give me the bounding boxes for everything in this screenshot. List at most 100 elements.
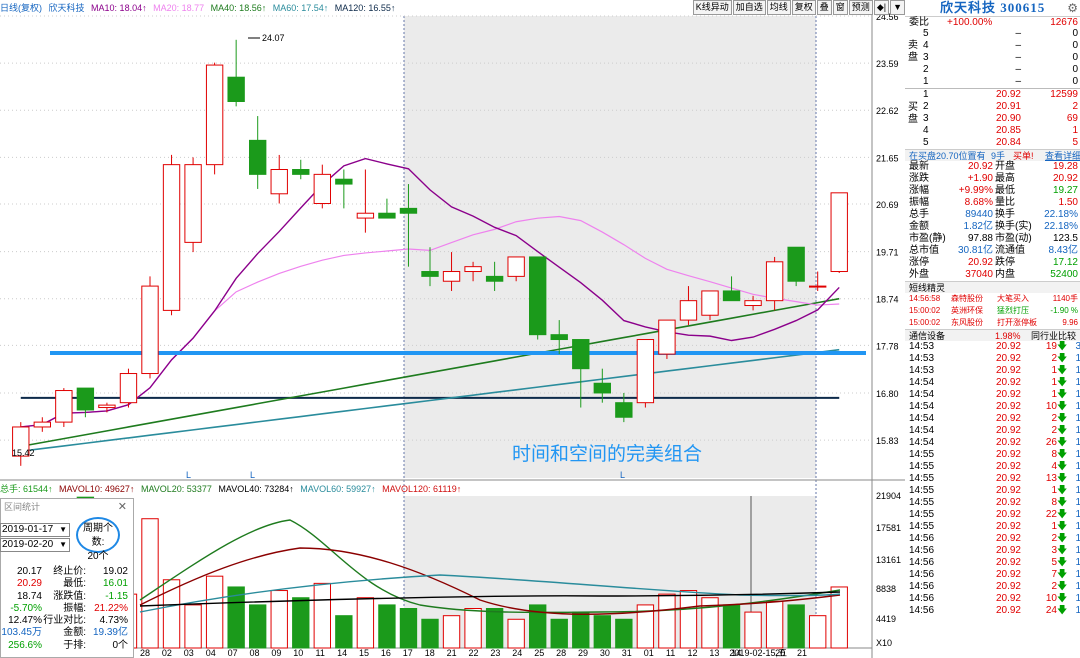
stats-cell: 涨跌值:	[53, 590, 86, 602]
date-tick: 07	[228, 648, 238, 658]
candle-body	[141, 285, 159, 375]
stats-cell: 终止价:	[53, 566, 86, 577]
jingling-item[interactable]: 15:00:02 英洲环保 猛烈打压 -1.90 %	[905, 305, 1080, 317]
tick-row: 14:56 20.92 3 🡇 1	[909, 545, 1080, 556]
candle	[701, 290, 719, 321]
tick-row: 14:53 20.92 2 🡇 1	[909, 353, 1080, 364]
stats-row: 103.45万 金额: 19.39亿	[0, 627, 134, 639]
buy-level: 1 20.92 12599	[923, 89, 1078, 100]
volume-bar	[615, 618, 633, 649]
jingling-item[interactable]: 15:00:02 东风股份 打开涨停板 9.96	[905, 317, 1080, 329]
arrow-down-icon: 🡇	[1057, 533, 1068, 544]
date-tick: 24	[512, 648, 522, 658]
order-book: 5–0 4–0 3–0 2–0 1–0 1 20.92 12599 2 20.91 2 3 20.90 6…	[905, 28, 1080, 149]
date-tick: 25	[534, 648, 544, 658]
arrow-down-icon: 🡇	[1057, 353, 1068, 364]
volume-bar	[464, 608, 482, 649]
volume-bar	[399, 608, 418, 649]
sell-level: 5–0	[923, 28, 1078, 39]
quote-header: 欣天科技 300615 ⚙	[905, 0, 1080, 16]
stats-cell: 103.45万	[1, 627, 42, 639]
tick-row: 14:55 20.92 22 🡇 1	[909, 509, 1080, 520]
volume-bar	[141, 518, 159, 649]
stats-row: 18.74 涨跌值: -1.15	[0, 591, 134, 603]
tick-row: 14:56 20.92 7 🡇 1	[909, 569, 1080, 580]
tick-row: 14:55 20.92 4 🡇 1	[909, 461, 1080, 472]
tick-row: 14:54 20.92 26 🡇 1	[909, 437, 1080, 448]
highlight-region	[404, 16, 816, 478]
date-tick: 30	[600, 648, 610, 658]
stats-cell: 最低:	[63, 578, 86, 590]
date-tick: 16	[381, 648, 391, 658]
candle-body	[162, 164, 181, 311]
candle	[529, 256, 547, 340]
mavol10: MAVOL10: 49627↑	[59, 484, 135, 494]
weibi-row: 委比 +100.00% 12676	[905, 16, 1080, 28]
volume-bar	[787, 604, 805, 649]
date-tick: 31	[622, 648, 632, 658]
volume-tick: 8838	[876, 584, 896, 594]
candle-body	[356, 212, 375, 219]
stats-cell: 4.73%	[99, 615, 128, 627]
stats-cell: 振幅:	[63, 602, 86, 614]
candle-body	[33, 421, 51, 428]
quote-table: 最新 20.92 开盘 19.28 涨跌 +1.90 最高 20.92 涨幅 +9.99% 最低 19…	[905, 161, 1080, 281]
buy-level: 2 20.91 2	[923, 101, 1078, 112]
quote-row: 涨跌 +1.90 最高 20.92	[909, 173, 1078, 184]
start-date-select[interactable]: 2019-01-17 ▼	[0, 523, 70, 537]
chevron-down-icon[interactable]: ▼	[890, 0, 905, 15]
stats-cell: 256.6%	[8, 639, 42, 651]
ma-button[interactable]: 均线	[766, 0, 791, 15]
chevron-down-icon: ▼	[59, 525, 67, 534]
window-button[interactable]: 窗	[832, 0, 848, 15]
tick-row: 14:54 20.92 1 🡇 1	[909, 377, 1080, 388]
tick-row: 14:54 20.92 10 🡇 1	[909, 401, 1080, 412]
close-icon[interactable]: ✕	[118, 499, 127, 515]
volume-bar	[335, 615, 353, 649]
tick-row: 14:56 20.92 24 🡇 1	[909, 605, 1080, 616]
chart-mode[interactable]: 日线(复权)	[0, 3, 42, 13]
chevron-down-icon: ▼	[59, 540, 67, 549]
mavol120: MAVOL120: 61119↑	[382, 484, 462, 494]
quote-row: 总市值 30.81亿 流通值 8.43亿	[909, 245, 1078, 256]
tick-row: 14:55 20.92 8 🡇 1	[909, 449, 1080, 460]
arrow-down-icon: 🡇	[1057, 413, 1068, 424]
arrow-down-icon: 🡇	[1057, 401, 1068, 412]
tick-row: 14:55 20.92 1 🡇 1	[909, 521, 1080, 532]
quote-row: 最新 20.92 开盘 19.28	[909, 161, 1078, 172]
candle	[184, 157, 202, 253]
kline-chart[interactable]: 24.5623.5922.6221.6520.6919.7118.7417.78…	[0, 0, 905, 658]
date-tick: 29	[578, 648, 588, 658]
ma40-label: MA40: 18.56↑	[210, 3, 267, 13]
candle-body	[464, 266, 482, 273]
kline-anomaly-button[interactable]: K线异动	[692, 0, 732, 15]
jingling-item[interactable]: 14:56:58 森特股份 大笔买入 1140手	[905, 293, 1080, 305]
adjust-button[interactable]: 复权	[791, 0, 816, 15]
candle-body	[55, 390, 73, 423]
mavol40: MAVOL40: 73284↑	[218, 484, 294, 494]
gear-icon[interactable]: ⚙	[1067, 0, 1078, 16]
date-tick: 18	[425, 648, 435, 658]
price-tick: 15.83	[876, 436, 899, 446]
volume-bar	[722, 604, 741, 649]
jingling-list: 14:56:58 森特股份 大笔买入 1140手 15:00:02 英洲环保 猛烈打压 -1.…	[905, 293, 1080, 329]
forecast-button[interactable]: 预测	[848, 0, 873, 15]
ma20-label: MA20: 18.77	[153, 3, 205, 13]
candle-body	[421, 271, 439, 277]
add-favorite-button[interactable]: 加自选	[732, 0, 766, 15]
quote-row: 振幅 8.68% 量比 1.50	[909, 197, 1078, 208]
buy-level: 4 20.85 1	[923, 125, 1078, 136]
buy-side-label: 买盘	[908, 102, 918, 125]
overlay-button[interactable]: 叠	[816, 0, 832, 15]
volume-bar	[744, 611, 762, 649]
candle-body	[292, 169, 310, 175]
pin-icon[interactable]: ◆|	[873, 0, 890, 15]
tick-row: 14:55 20.92 8 🡇 1	[909, 497, 1080, 508]
tick-list[interactable]: 14:53 20.92 19 🡇 3 14:53 20.92 2 🡇 1 14:53 20.92 1 🡇 1…	[905, 341, 1080, 617]
chart-toolbar: K线异动 加自选 均线 复权 叠 窗 预测 ◆| ▼	[692, 0, 905, 16]
volume-bar	[550, 618, 568, 649]
arrow-down-icon: 🡇	[1057, 425, 1068, 436]
industry-tabs: 通信设备 1.98% 同行业比较	[905, 329, 1080, 341]
end-date-select[interactable]: 2019-02-20 ▼	[0, 538, 70, 552]
tick-row: 14:53 20.92 1 🡇 1	[909, 365, 1080, 376]
